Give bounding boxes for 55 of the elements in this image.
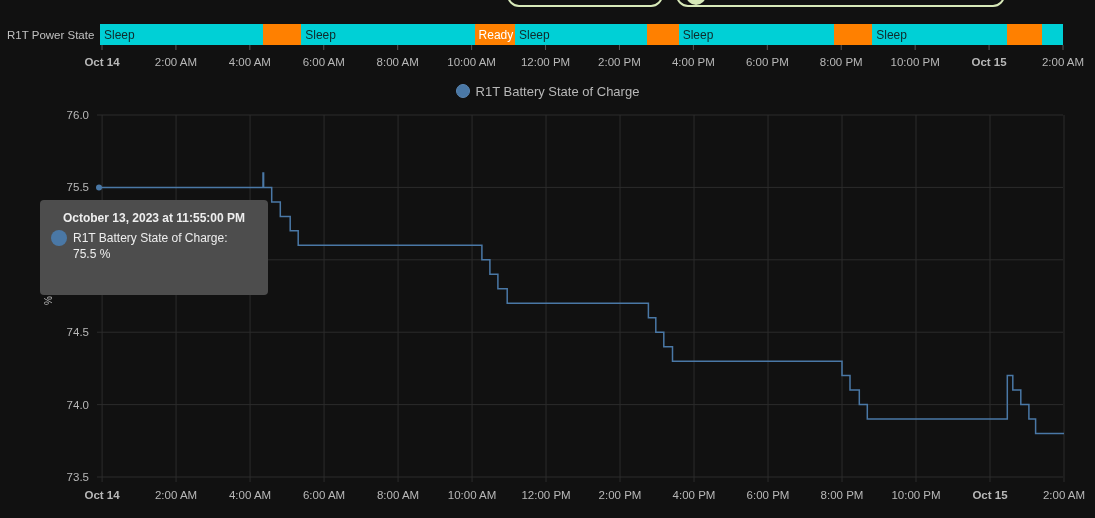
- tooltip-title: October 13, 2023 at 11:55:00 PM: [61, 210, 247, 227]
- timeline-segment[interactable]: Sleep: [515, 24, 647, 45]
- series-label: Sleep: [304, 27, 336, 42]
- y-tick-label: 74.5: [66, 326, 89, 339]
- timeline-segment[interactable]: Sleep: [678, 24, 834, 45]
- x-tick-label: Oct 14: [84, 489, 120, 501]
- x-tick-label: 8:00 AM: [376, 489, 420, 501]
- x-tick-label: 2:00 AM: [1042, 489, 1086, 501]
- x-tick-label: 6:00 AM: [302, 489, 346, 501]
- time-tick-label: 10:00 AM: [447, 56, 496, 68]
- timeline-segment[interactable]: Sleep: [301, 24, 475, 45]
- time-tick-label: 2:00 AM: [154, 56, 197, 68]
- time-tick-label: 10:00 PM: [890, 56, 940, 68]
- time-tick-label: Oct 14: [84, 56, 120, 68]
- x-tick-label: 10:00 AM: [447, 489, 497, 501]
- series-label: Sleep: [518, 27, 550, 42]
- y-tick-label: 76.0: [66, 109, 89, 121]
- x-tick-label: 2:00 AM: [155, 489, 198, 501]
- time-tick-label: 8:00 AM: [376, 56, 419, 68]
- time-tick-label: 4:00 PM: [671, 56, 715, 68]
- y-tick-label: 73.5: [66, 471, 89, 483]
- series-label: Sleep: [681, 27, 714, 42]
- x-tick-label: 8:00 PM: [820, 489, 864, 501]
- x-tick-label: 10:00 PM: [891, 489, 941, 501]
- x-tick-label: 2:00 PM: [598, 489, 642, 501]
- legend-item[interactable]: R1T Battery State of Charge: [455, 81, 640, 101]
- time-tick-label: 2:00 PM: [598, 56, 641, 68]
- x-tick-label: 4:00 PM: [672, 489, 716, 501]
- time-tick-label: 6:00 AM: [302, 56, 345, 68]
- time-tick-label: 4:00 AM: [228, 56, 271, 68]
- time-tick-label: Oct 15: [971, 56, 1007, 68]
- time-tick-label: 12:00 PM: [520, 56, 571, 68]
- timeline-label: R1T Power State: [6, 28, 96, 41]
- timeline-segment[interactable]: Sleep: [100, 24, 263, 45]
- x-tick-label: Oct 15: [972, 489, 1008, 501]
- x-tick-label: 6:00 PM: [746, 489, 790, 501]
- timeline-segment[interactable]: [833, 24, 873, 45]
- time-tick-label: 2:00 AM: [1041, 56, 1085, 68]
- data-point[interactable]: [96, 184, 102, 191]
- time-tick-label: 6:00 PM: [745, 56, 789, 68]
- y-tick-label: 74.0: [66, 398, 89, 411]
- timeline-segment[interactable]: Sleep: [872, 24, 1008, 45]
- x-tick-label: 4:00 AM: [228, 489, 272, 501]
- series-label: Sleep: [875, 27, 907, 42]
- series-dot-icon: [51, 230, 67, 246]
- timeline-segment[interactable]: [262, 24, 302, 45]
- y-axis-label: %: [43, 296, 54, 305]
- y-tick-label: 75.5: [66, 181, 89, 194]
- time-tick-label: 8:00 PM: [819, 56, 863, 68]
- timeline-segment[interactable]: [1041, 24, 1063, 45]
- timeline-segment[interactable]: [1007, 24, 1042, 45]
- x-tick-label: 12:00 PM: [521, 489, 571, 501]
- series-label: Sleep: [103, 27, 135, 42]
- timeline-segment[interactable]: [646, 24, 679, 45]
- tooltip-value: R1T Battery State of Charge: 75.5 %: [73, 230, 228, 262]
